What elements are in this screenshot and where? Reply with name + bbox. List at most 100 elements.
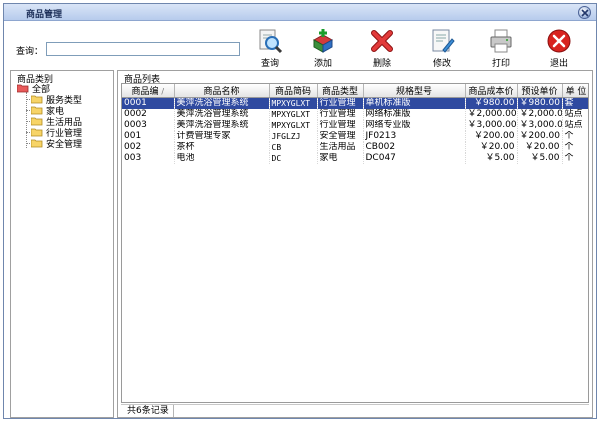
folder-icon <box>31 95 43 104</box>
cell-code: 0001 <box>122 97 175 109</box>
cell-name: 电池 <box>174 153 270 164</box>
cell-name: 美萍洗浴管理系统 <box>174 109 270 120</box>
cell-type: 家电 <box>317 153 364 164</box>
add-box-icon <box>312 29 334 53</box>
column-header-short-code[interactable]: 商品简码 <box>269 84 318 98</box>
cell-price: ￥2,000.00 <box>517 109 563 120</box>
table-header-row: 商品编 / 商品名称 商品简码 商品类型 规格型号 商品成本价 预设单价 单 位 <box>122 84 588 98</box>
cell-price: ￥3,000.00 <box>517 120 563 131</box>
cell-model: 网络专业版 <box>363 120 466 131</box>
column-header-type[interactable]: 商品类型 <box>317 84 364 98</box>
folder-icon <box>31 128 43 137</box>
delete-x-icon <box>371 30 393 52</box>
add-button[interactable]: 添加 <box>303 28 343 70</box>
tree-item-security-management[interactable]: 安全管理 <box>17 138 113 150</box>
search-input[interactable] <box>46 42 240 56</box>
print-button[interactable]: 打印 <box>481 28 521 70</box>
edit-button[interactable]: 修改 <box>422 28 462 70</box>
cell-type: 安全管理 <box>317 131 364 142</box>
add-button-label: 添加 <box>313 59 332 69</box>
magnifier-document-icon <box>259 29 283 54</box>
folder-icon <box>31 139 43 148</box>
cell-short-code: MPXYGLXT <box>269 120 318 131</box>
toolbar: 查询： 查询 添加 删除 修改 打印 退出 <box>4 22 596 70</box>
cell-short-code: DC <box>269 153 318 164</box>
cell-type: 生活用品 <box>317 142 364 153</box>
cell-cost: ￥2,000.00 <box>465 109 518 120</box>
cell-model: 单机标准版 <box>363 97 466 109</box>
query-button[interactable]: 查询 <box>250 28 290 70</box>
cell-cost: ￥3,000.00 <box>465 120 518 131</box>
tree-item-label: 安全管理 <box>46 140 83 150</box>
title-bar: 商品管理 <box>4 4 596 21</box>
cell-name: 茶杯 <box>174 142 270 153</box>
exit-button[interactable]: 退出 <box>539 28 579 70</box>
cell-name: 计费管理专家 <box>174 131 270 142</box>
cell-type: 行业管理 <box>317 97 364 109</box>
delete-button-label: 删除 <box>372 59 391 69</box>
folder-icon <box>31 117 43 126</box>
cell-model: CB002 <box>363 142 466 153</box>
cell-code: 0002 <box>122 109 175 120</box>
product-management-window: 商品管理 查询： 查询 添加 删除 修改 打印 退出 商品类别 全部 服务类型 … <box>3 3 597 419</box>
cell-unit: 个 <box>562 131 588 142</box>
cell-code: 0003 <box>122 120 175 131</box>
cell-code: 003 <box>122 153 175 164</box>
column-header-code[interactable]: 商品编 / <box>122 84 175 98</box>
cell-short-code: JFGLZJ <box>269 131 318 142</box>
product-grid: 商品编 / 商品名称 商品简码 商品类型 规格型号 商品成本价 预设单价 单 位… <box>121 83 589 403</box>
cell-model: 网络标准版 <box>363 109 466 120</box>
column-header-model[interactable]: 规格型号 <box>363 84 466 98</box>
cell-unit: 站点 <box>562 109 588 120</box>
cell-price: ￥980.00 <box>517 97 563 109</box>
table-row[interactable]: 002 茶杯 CB 生活用品 CB002 ￥20.00 ￥20.00 个 <box>122 142 588 153</box>
cell-name: 美萍洗浴管理系统 <box>174 97 270 109</box>
edit-button-label: 修改 <box>432 59 451 69</box>
category-tree: 全部 服务类型 家电 生活用品 行业管理 安全管理 <box>17 83 113 150</box>
cell-short-code: CB <box>269 142 318 153</box>
cell-unit: 个 <box>562 142 588 153</box>
product-list-panel: 商品列表 商品编 / 商品名称 商品简码 商品类型 规格型号 商品成本价 预设单… <box>117 70 593 418</box>
cell-price: ￥200.00 <box>517 131 563 142</box>
query-button-label: 查询 <box>260 59 279 69</box>
delete-button[interactable]: 删除 <box>362 28 402 70</box>
cell-short-code: MPXYGLXT <box>269 97 318 109</box>
table-row[interactable]: 003 电池 DC 家电 DC047 ￥5.00 ￥5.00 个 <box>122 153 588 164</box>
table-row[interactable]: 0002 美萍洗浴管理系统 MPXYGLXT 行业管理 网络标准版 ￥2,000… <box>122 109 588 120</box>
record-count: 共6条记录 <box>123 405 174 417</box>
table-row[interactable]: 0003 美萍洗浴管理系统 MPXYGLXT 行业管理 网络专业版 ￥3,000… <box>122 120 588 131</box>
cell-type: 行业管理 <box>317 109 364 120</box>
product-table: 商品编 / 商品名称 商品简码 商品类型 规格型号 商品成本价 预设单价 单 位… <box>122 84 588 164</box>
column-header-cost[interactable]: 商品成本价 <box>465 84 518 98</box>
cell-code: 002 <box>122 142 175 153</box>
status-bar: 共6条记录 <box>121 404 589 417</box>
sort-indicator-icon: / <box>161 87 165 96</box>
search-label: 查询： <box>16 47 44 57</box>
exit-button-label: 退出 <box>549 59 568 69</box>
column-header-price[interactable]: 预设单价 <box>517 84 563 98</box>
cell-price: ￥5.00 <box>517 153 563 164</box>
cell-unit: 个 <box>562 153 588 164</box>
column-header-unit[interactable]: 单 位 <box>562 84 588 98</box>
close-icon <box>581 9 589 17</box>
cell-name: 美萍洗浴管理系统 <box>174 120 270 131</box>
open-folder-icon <box>17 84 29 93</box>
cell-cost: ￥5.00 <box>465 153 518 164</box>
table-row[interactable]: 0001 美萍洗浴管理系统 MPXYGLXT 行业管理 单机标准版 ￥980.0… <box>122 97 588 109</box>
edit-document-icon <box>432 29 455 53</box>
cell-type: 行业管理 <box>317 120 364 131</box>
tree-item-service-type[interactable]: 服务类型 <box>17 94 113 106</box>
cell-unit: 套 <box>562 97 588 109</box>
print-button-label: 打印 <box>491 59 510 69</box>
cell-code: 001 <box>122 131 175 142</box>
cell-model: JF0213 <box>363 131 466 142</box>
table-row[interactable]: 001 计费管理专家 JFGLZJ 安全管理 JF0213 ￥200.00 ￥2… <box>122 131 588 142</box>
cell-model: DC047 <box>363 153 466 164</box>
cell-cost: ￥20.00 <box>465 142 518 153</box>
exit-circle-icon <box>547 29 571 53</box>
close-button[interactable] <box>578 6 591 19</box>
cell-cost: ￥980.00 <box>465 97 518 109</box>
cell-cost: ￥200.00 <box>465 131 518 142</box>
folder-icon <box>31 106 43 115</box>
column-header-name[interactable]: 商品名称 <box>174 84 270 98</box>
